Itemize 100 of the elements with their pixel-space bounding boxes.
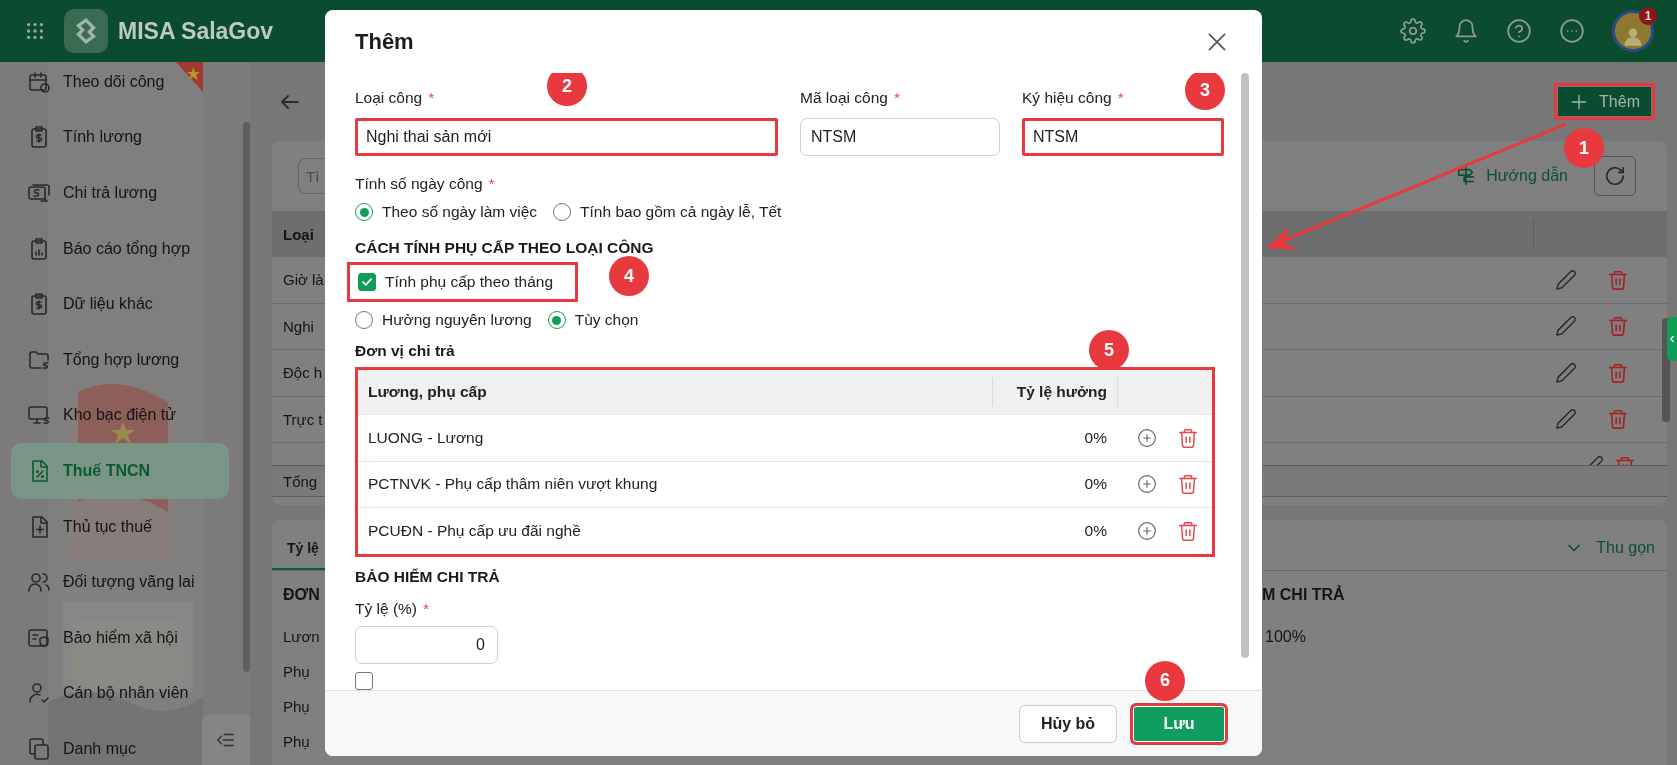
radio-option[interactable]: Tính bao gồm cả ngày lễ, Tết: [553, 203, 782, 221]
cash-icon: [27, 181, 51, 205]
avatar[interactable]: 1: [1612, 10, 1654, 52]
table-cell-text: Giờ là: [282, 271, 325, 289]
section-heading: ĐƠN: [282, 586, 321, 604]
calendar-icon: [27, 69, 51, 94]
table-cell-text: PCTNVK - Phụ cấp thâm niên vượt khung: [367, 475, 659, 494]
sidebar-item[interactable]: Chi trả lương: [11, 165, 168, 221]
required-mark: *: [1117, 89, 1124, 106]
dialog-title: Thêm: [355, 28, 414, 55]
section-heading: Đơn vị chi trả: [355, 341, 455, 361]
table-cell-text: PCUĐN - Phụ cấp ưu đãi nghề: [367, 521, 582, 540]
detail-label: Lươn: [282, 628, 321, 645]
refresh-icon: [1604, 165, 1626, 187]
required-mark: *: [893, 89, 900, 106]
edit-icon[interactable]: [1555, 361, 1577, 384]
detail-label: Phụ: [282, 663, 311, 680]
sidebar-item[interactable]: Báo cáo tổng hợp: [11, 220, 201, 277]
app-logo: [64, 9, 108, 53]
sidebar-item[interactable]: Dữ liệu khác: [11, 276, 163, 332]
sidebar-item[interactable]: Thuế TNCN: [11, 443, 229, 499]
table-footer: Tổng: [272, 472, 325, 490]
delete-icon[interactable]: [1607, 408, 1629, 431]
delete-icon[interactable]: [1607, 315, 1629, 338]
field-label: Loại công: [355, 89, 423, 106]
copy-icon: [27, 736, 51, 761]
more-icon[interactable]: [1559, 18, 1585, 44]
guide-link[interactable]: Hướng dẫn: [1455, 165, 1568, 187]
checkbox[interactable]: [355, 671, 373, 690]
side-panel-toggle[interactable]: [1667, 317, 1677, 361]
input-field[interactable]: NTSM: [1022, 118, 1224, 156]
delete-icon[interactable]: [1607, 268, 1629, 291]
table-cell-text: 0%: [1083, 521, 1108, 540]
delete-icon[interactable]: [1177, 426, 1199, 449]
help-icon[interactable]: [1506, 18, 1532, 44]
users-icon: [27, 570, 51, 595]
detail-label: Phụ: [282, 698, 311, 715]
required-mark: *: [423, 599, 430, 617]
user-icon: [27, 681, 51, 706]
table-cell-text: Trực t: [282, 410, 324, 428]
radio-option[interactable]: Hưởng nguyên lương: [355, 311, 532, 329]
refresh-button[interactable]: [1594, 156, 1636, 196]
sidebar-item[interactable]: Kho bạc điện tử: [11, 387, 186, 444]
table-cell-text: 0%: [1083, 428, 1108, 447]
apps-icon[interactable]: [24, 20, 46, 42]
section-heading: CÁCH TÍNH PHỤ CẤP THEO LOẠI CÔNG: [355, 238, 654, 258]
required-mark: *: [428, 89, 435, 106]
add-icon[interactable]: [1137, 474, 1157, 495]
add-icon[interactable]: [1137, 427, 1157, 448]
delete-icon[interactable]: [1177, 519, 1199, 542]
cancel-button[interactable]: Hủy bỏ: [1019, 704, 1117, 743]
radio-option[interactable]: Tùy chọn: [547, 311, 639, 329]
add-button[interactable]: Thêm: [1554, 83, 1655, 120]
sidebar-item[interactable]: Đối tượng vãng lai: [11, 554, 205, 610]
sidebar-item[interactable]: Tổng hợp lương: [11, 331, 190, 388]
input-field[interactable]: NTSM: [800, 118, 1000, 156]
edit-icon[interactable]: [1555, 268, 1577, 291]
input-field[interactable]: Nghi thai sản mới: [355, 118, 778, 156]
checkbox-label: Tính phụ cấp theo tháng: [385, 273, 554, 291]
chevron-left-icon: [1667, 334, 1677, 344]
edit-icon[interactable]: [1555, 315, 1577, 338]
step-badge: 2: [547, 73, 587, 106]
table-cell-text: LUONG - Lương: [367, 428, 485, 447]
notification-badge: 1: [1639, 7, 1657, 25]
sidebar-item[interactable]: Tính lương: [11, 109, 152, 166]
section-heading: BẢO HIỂM CHI TRẢ: [355, 566, 500, 587]
detail-label: Phụ: [282, 733, 311, 750]
radio-option[interactable]: Theo số ngày làm việc: [355, 203, 538, 221]
field-label: Mã loại công: [800, 89, 888, 106]
table-cell-text: 0%: [1083, 475, 1108, 494]
column-header: Tỷ lệ hưởng: [992, 378, 1117, 406]
collapse-link[interactable]: Thu gọn: [1262, 538, 1667, 570]
settings-icon[interactable]: [1400, 18, 1426, 44]
detail-value: 100%: [1264, 627, 1307, 646]
step-badge: 5: [1089, 330, 1129, 370]
sidebar-item[interactable]: Thủ tục thuế: [11, 498, 162, 555]
column-header: Loại: [282, 225, 315, 243]
save-button[interactable]: Lưu: [1130, 702, 1228, 745]
edit-icon[interactable]: [1555, 408, 1577, 431]
section-heading: M CHI TRẢ: [1262, 586, 1346, 604]
bell-icon[interactable]: [1453, 18, 1479, 44]
table-cell-text: Độc h: [282, 364, 324, 382]
sidebar-item[interactable]: Cán bộ nhân viên: [11, 665, 199, 722]
checkbox[interactable]: [358, 273, 376, 291]
input-field[interactable]: 0: [355, 625, 498, 664]
field-label: Ký hiệu công: [1022, 89, 1112, 106]
add-icon[interactable]: [1137, 520, 1157, 541]
check-icon: [360, 275, 374, 289]
field-label: Tỷ lệ (%): [355, 599, 417, 617]
collapse-button[interactable]: [202, 715, 250, 765]
required-mark: *: [488, 175, 495, 192]
step-badge: 4: [609, 256, 649, 296]
sidebar-item[interactable]: Theo dõi công: [11, 62, 175, 110]
sidebar-item[interactable]: Bảo hiểm xã hội: [11, 609, 188, 666]
delete-icon[interactable]: [1607, 361, 1629, 384]
step-badge: 3: [1185, 73, 1225, 110]
sidebar-item[interactable]: Danh mục: [11, 721, 146, 765]
delete-icon[interactable]: [1177, 473, 1199, 496]
field-label: Tính số ngày công: [355, 175, 483, 192]
step-badge: 1: [1564, 128, 1605, 168]
